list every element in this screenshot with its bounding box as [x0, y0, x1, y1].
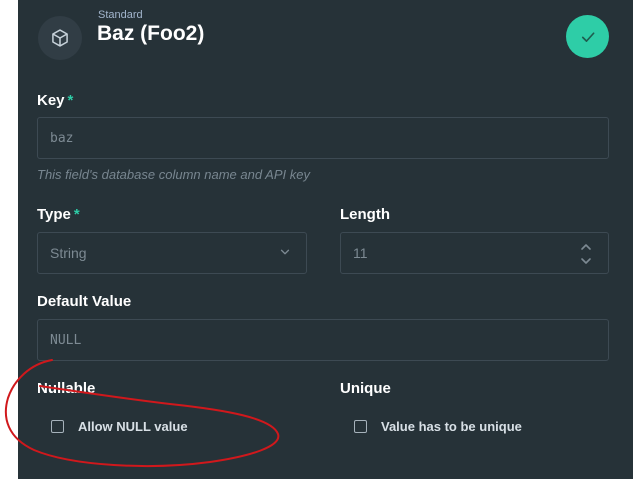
required-mark: * — [73, 206, 80, 223]
unique-checkbox-row[interactable]: Value has to be unique — [354, 419, 522, 434]
key-input-value: baz — [50, 130, 74, 146]
checkmark-icon — [581, 31, 594, 42]
header-subtitle: Standard — [98, 9, 143, 21]
nullable-label: Nullable — [37, 380, 96, 397]
allow-null-checkbox[interactable] — [51, 420, 64, 433]
key-field-note: This field's database column name and AP… — [37, 167, 310, 182]
stepper-arrows-icon[interactable] — [580, 240, 592, 268]
required-mark: * — [67, 92, 74, 109]
chevron-down-icon — [280, 249, 290, 255]
length-stepper[interactable]: 11 — [340, 232, 609, 274]
length-label: Length — [340, 206, 390, 223]
allow-null-checkbox-row[interactable]: Allow NULL value — [51, 419, 188, 434]
length-value: 11 — [353, 245, 368, 261]
cube-icon — [52, 29, 68, 47]
unique-label: Unique — [340, 380, 391, 397]
unique-checkbox-label: Value has to be unique — [381, 419, 522, 434]
default-value-text: NULL — [50, 332, 82, 348]
unique-checkbox[interactable] — [354, 420, 367, 433]
key-input[interactable]: baz — [37, 117, 609, 159]
type-label: Type * — [37, 206, 80, 223]
default-value-input[interactable]: NULL — [37, 319, 609, 361]
page-title: Baz (Foo2) — [97, 22, 205, 45]
type-select-value: String — [50, 245, 87, 261]
default-value-label: Default Value — [37, 293, 132, 310]
field-type-badge — [38, 16, 82, 60]
type-select[interactable]: String — [37, 232, 307, 274]
key-label: Key * — [37, 92, 74, 109]
allow-null-checkbox-label: Allow NULL value — [78, 419, 188, 434]
save-button[interactable] — [566, 15, 609, 58]
